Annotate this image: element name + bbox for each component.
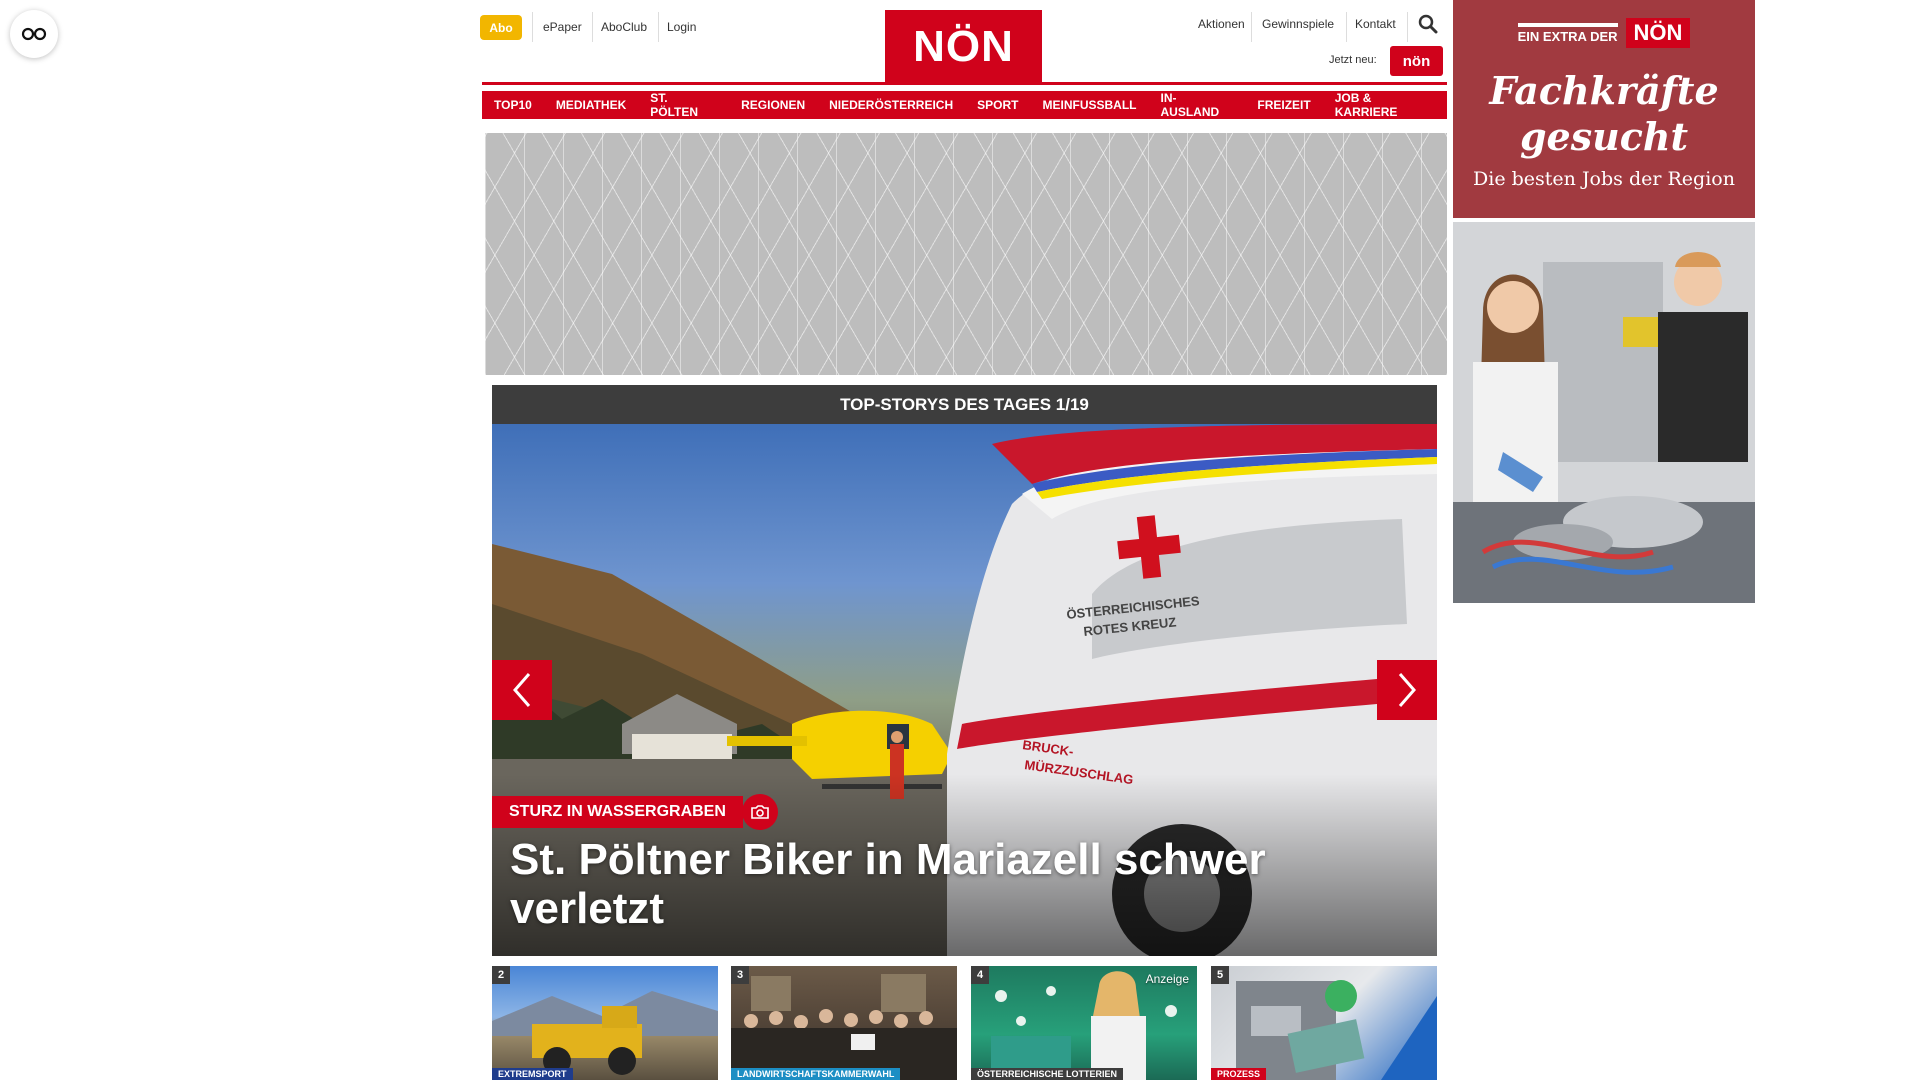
truck-image: [492, 991, 718, 1075]
side-ad-brand-row: EIN EXTRA DER NÖN: [1453, 18, 1755, 48]
accessibility-button[interactable]: [10, 10, 58, 58]
story-thumbnail[interactable]: 5 PROZESS: [1211, 966, 1437, 1080]
divider: [1346, 12, 1347, 42]
story-thumbnail[interactable]: 4 Anzeige ÖSTERREICHISCHE LOTTERIEN: [971, 966, 1197, 1080]
logo-text: NÖN: [913, 21, 1014, 71]
side-ad-photo: [1453, 222, 1755, 603]
story-thumbnail[interactable]: 3 LANDWIRTSCHAFTSKAMMERWAHL: [731, 966, 957, 1080]
abo-button[interactable]: Abo: [480, 15, 522, 40]
glasses-icon: [21, 27, 47, 41]
story-number: 5: [1211, 966, 1229, 984]
main-nav: TOP10 MEDIATHEK ST. PÖLTEN REGIONEN NIED…: [482, 91, 1447, 119]
hero-kicker: STURZ IN WASSERGRABEN: [492, 796, 743, 828]
story-kicker: PROZESS: [1211, 1068, 1267, 1080]
aktionen-link[interactable]: Aktionen: [1198, 17, 1245, 31]
ad-label: Anzeige: [1145, 972, 1189, 986]
header-rule: [482, 82, 1447, 85]
nav-item-top10[interactable]: TOP10: [482, 91, 544, 119]
atm-image: [1236, 980, 1437, 1080]
side-ad-extra-label: EIN EXTRA DER: [1517, 22, 1618, 44]
camera-icon-badge: [742, 794, 778, 830]
side-ad-logo: NÖN: [1625, 18, 1691, 48]
login-link[interactable]: Login: [667, 20, 696, 34]
kontakt-link[interactable]: Kontakt: [1355, 17, 1396, 31]
side-ad-headline: Fachkräfte gesucht: [1453, 68, 1755, 160]
side-ad[interactable]: EIN EXTRA DER NÖN Fachkräfte gesucht Die…: [1453, 0, 1755, 603]
nav-item-freizeit[interactable]: FREIZEIT: [1245, 91, 1323, 119]
nav-item-in-ausland[interactable]: IN-AUSLAND: [1148, 91, 1246, 119]
hero-title[interactable]: St. Pöltner Biker in Mariazell schwer ve…: [510, 835, 1410, 933]
noen-logo[interactable]: NÖN: [885, 10, 1042, 83]
side-ad-headline-line: Fachkräfte: [1489, 68, 1719, 113]
noen-new-badge[interactable]: nön: [1390, 46, 1443, 76]
divider: [592, 12, 593, 42]
search-button[interactable]: [1418, 14, 1438, 39]
story-number: 2: [492, 966, 510, 984]
nav-item-sport[interactable]: SPORT: [965, 91, 1031, 119]
story-thumbnail[interactable]: 2 EXTREMSPORT: [492, 966, 718, 1080]
carousel-next-button[interactable]: [1377, 660, 1437, 720]
epaper-link[interactable]: ePaper: [543, 20, 582, 34]
top-stories-header: TOP-STORYS DES TAGES 1/19: [492, 385, 1437, 424]
aboclub-link[interactable]: AboClub: [601, 20, 647, 34]
gewinnspiele-link[interactable]: Gewinnspiele: [1262, 17, 1334, 31]
search-icon: [1418, 14, 1438, 34]
story-kicker: EXTREMSPORT: [492, 1068, 573, 1080]
top-ad-banner[interactable]: [485, 133, 1447, 375]
story-kicker: LANDWIRTSCHAFTSKAMMERWAHL: [731, 1068, 901, 1080]
story-kicker: ÖSTERREICHISCHE LOTTERIEN: [971, 1068, 1124, 1080]
carousel-prev-button[interactable]: [492, 660, 552, 720]
divider: [532, 12, 533, 42]
divider: [658, 12, 659, 42]
divider: [1407, 12, 1408, 42]
divider: [1251, 12, 1252, 42]
nav-item-st-poelten[interactable]: ST. PÖLTEN: [638, 91, 730, 119]
chevron-left-icon: [513, 673, 531, 707]
side-ad-header: EIN EXTRA DER NÖN Fachkräfte gesucht Die…: [1453, 0, 1755, 218]
camera-icon: [751, 805, 769, 819]
workers-image: [1453, 222, 1755, 603]
side-ad-subtitle: Die besten Jobs der Region: [1473, 168, 1735, 190]
nav-item-meinfussball[interactable]: MEINFUSSBALL: [1030, 91, 1149, 119]
nav-item-niederoesterreich[interactable]: NIEDERÖSTERREICH: [817, 91, 966, 119]
nav-item-job-karriere[interactable]: JOB & KARRIERE: [1322, 91, 1447, 119]
nav-item-mediathek[interactable]: MEDIATHEK: [543, 91, 639, 119]
story-number: 3: [731, 966, 749, 984]
chevron-right-icon: [1398, 673, 1416, 707]
group-photo-image: [731, 974, 957, 1080]
side-ad-headline-line: gesucht: [1519, 114, 1689, 159]
nav-item-regionen[interactable]: REGIONEN: [729, 91, 818, 119]
jetzt-neu-label: Jetzt neu:: [1329, 54, 1377, 66]
story-number: 4: [971, 966, 989, 984]
